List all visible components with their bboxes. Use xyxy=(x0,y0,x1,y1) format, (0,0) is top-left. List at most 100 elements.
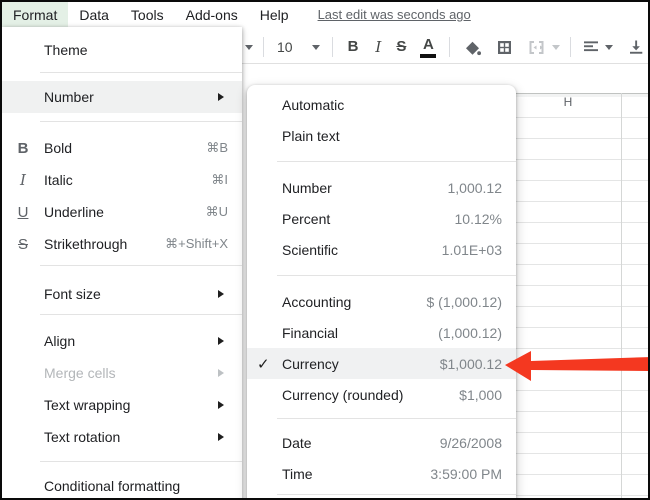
submenu-item-label: Scientific xyxy=(282,241,339,258)
toolbar: 10 B I S A xyxy=(243,29,648,65)
strikethrough-button[interactable]: S xyxy=(396,39,406,55)
menu-divider xyxy=(40,72,242,73)
text-color-letter: A xyxy=(422,35,434,53)
submenu-item-label: Time xyxy=(282,465,313,482)
app-window: Format Data Tools Add-ons Help Last edit… xyxy=(0,0,650,500)
checkmark-icon: ✓ xyxy=(257,355,270,373)
menu-format[interactable]: Format xyxy=(2,2,69,27)
toolbar-separator xyxy=(263,37,264,57)
menu-item-label: Underline xyxy=(44,204,104,220)
submenu-arrow-icon xyxy=(218,337,224,345)
strikethrough-icon: S xyxy=(17,235,28,253)
submenu-item-label: Currency xyxy=(282,355,339,372)
font-size-value[interactable]: 10 xyxy=(277,39,293,55)
menu-item-number[interactable]: Number xyxy=(2,81,242,113)
menu-item-label: Merge cells xyxy=(44,365,116,381)
menu-item-conditional-formatting[interactable]: Conditional formatting xyxy=(2,470,242,498)
submenu-item-number[interactable]: Number 1,000.12 xyxy=(247,172,516,203)
borders-icon[interactable] xyxy=(495,38,514,57)
menu-shortcut: ⌘B xyxy=(206,140,228,155)
menu-divider xyxy=(40,314,242,315)
menu-item-label: Font size xyxy=(44,286,101,302)
submenu-item-label: Accounting xyxy=(282,293,352,310)
menu-addons[interactable]: Add-ons xyxy=(175,2,249,27)
horizontal-align-caret-icon[interactable] xyxy=(605,44,614,50)
column-header-h[interactable]: H xyxy=(548,95,588,115)
format-example: 3:59:00 PM xyxy=(430,465,502,482)
submenu-divider xyxy=(277,494,516,495)
submenu-item-automatic[interactable]: Automatic xyxy=(247,89,516,120)
last-edit-link[interactable]: Last edit was seconds ago xyxy=(318,2,471,27)
menu-item-text-wrapping[interactable]: Text wrapping xyxy=(2,389,242,421)
number-submenu-panel: Automatic Plain text Number 1,000.12 Per… xyxy=(247,85,516,498)
horizontal-align-icon[interactable] xyxy=(582,38,600,56)
submenu-item-currency[interactable]: ✓ Currency $1,000.12 xyxy=(247,348,516,379)
menu-item-theme[interactable]: Theme xyxy=(2,33,242,67)
submenu-item-financial[interactable]: Financial (1,000.12) xyxy=(247,317,516,348)
submenu-divider xyxy=(277,418,516,419)
submenu-item-label: Currency (rounded) xyxy=(282,386,404,403)
font-size-caret-icon[interactable] xyxy=(311,44,320,50)
format-example: $1,000.12 xyxy=(439,355,502,372)
text-color-button[interactable]: A xyxy=(420,35,437,58)
menu-item-underline[interactable]: U Underline ⌘U xyxy=(2,196,242,228)
submenu-arrow-icon xyxy=(218,433,224,441)
submenu-item-plain-text[interactable]: Plain text xyxy=(247,120,516,151)
format-example: $1,000 xyxy=(459,386,502,403)
menu-bar: Format Data Tools Add-ons Help Last edit… xyxy=(2,2,648,27)
menu-data[interactable]: Data xyxy=(68,2,120,27)
menu-item-label: Strikethrough xyxy=(44,236,128,252)
submenu-item-scientific[interactable]: Scientific 1.01E+03 xyxy=(247,234,516,265)
submenu-item-accounting[interactable]: Accounting $ (1,000.12) xyxy=(247,286,516,317)
column-gridline xyxy=(621,93,622,498)
submenu-item-label: Number xyxy=(282,179,332,196)
menu-item-font-size[interactable]: Font size xyxy=(2,278,242,310)
format-example: $ (1,000.12) xyxy=(426,293,503,310)
fill-color-icon[interactable] xyxy=(463,38,482,57)
italic-button[interactable]: I xyxy=(375,39,381,55)
menu-item-strikethrough[interactable]: S Strikethrough ⌘+Shift+X xyxy=(2,228,242,260)
menu-item-label: Text rotation xyxy=(44,429,121,445)
format-example: 10.12% xyxy=(454,210,502,227)
submenu-item-date[interactable]: Date 9/26/2008 xyxy=(247,427,516,458)
menu-item-label: Conditional formatting xyxy=(44,478,181,494)
font-dropdown-caret-icon[interactable] xyxy=(245,44,253,50)
menu-help[interactable]: Help xyxy=(249,2,300,27)
submenu-item-label: Automatic xyxy=(282,96,345,113)
menu-item-label: Text wrapping xyxy=(44,397,131,413)
format-example: 1.01E+03 xyxy=(441,241,502,258)
submenu-item-time[interactable]: Time 3:59:00 PM xyxy=(247,458,516,489)
menu-item-label: Number xyxy=(44,89,94,105)
format-menu-panel: Theme Number B Bold ⌘B I Italic ⌘I U Und… xyxy=(2,27,242,498)
toolbar-separator xyxy=(331,37,333,57)
menu-tools[interactable]: Tools xyxy=(120,2,175,27)
menu-divider xyxy=(40,461,242,462)
menu-item-align[interactable]: Align xyxy=(2,325,242,357)
submenu-item-label: Plain text xyxy=(282,127,340,144)
format-example: 1,000.12 xyxy=(447,179,503,196)
merge-cells-icon xyxy=(529,40,544,54)
submenu-arrow-icon xyxy=(218,401,224,409)
submenu-arrow-icon xyxy=(218,290,224,298)
submenu-item-currency-rounded[interactable]: Currency (rounded) $1,000 xyxy=(247,379,516,410)
underline-icon: U xyxy=(17,203,29,221)
bold-icon: B xyxy=(17,139,29,157)
menu-shortcut: ⌘U xyxy=(205,204,228,219)
toolbar-separator xyxy=(570,37,572,57)
red-arrow-annotation-icon xyxy=(505,351,648,381)
submenu-divider xyxy=(277,275,516,276)
vertical-align-icon[interactable] xyxy=(627,38,645,56)
submenu-arrow-icon xyxy=(218,369,224,377)
text-color-swatch xyxy=(420,53,437,58)
menu-item-italic[interactable]: I Italic ⌘I xyxy=(2,164,242,196)
menu-item-label: Theme xyxy=(44,42,88,58)
menu-shortcut: ⌘I xyxy=(211,172,228,187)
bold-button[interactable]: B xyxy=(348,39,359,55)
menu-item-text-rotation[interactable]: Text rotation xyxy=(2,421,242,453)
format-example: (1,000.12) xyxy=(438,324,502,341)
menu-item-bold[interactable]: B Bold ⌘B xyxy=(2,132,242,164)
menu-item-label: Align xyxy=(44,333,76,349)
menu-item-merge-cells: Merge cells xyxy=(2,357,242,389)
menu-item-label: Italic xyxy=(44,172,73,188)
submenu-item-percent[interactable]: Percent 10.12% xyxy=(247,203,516,234)
